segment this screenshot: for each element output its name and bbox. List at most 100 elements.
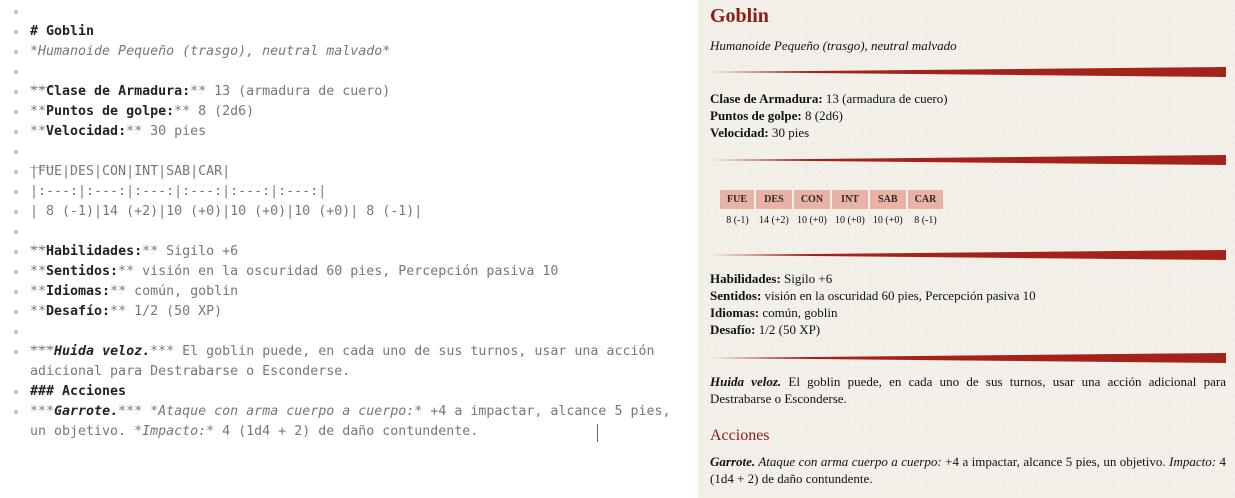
languages-label: Idiomas:: [710, 305, 760, 320]
md-markup: ***: [30, 344, 55, 359]
action-paragraph: Garrote. Ataque con arma cuerpo a cuerpo…: [710, 453, 1226, 487]
md-markup: **: [30, 124, 47, 139]
monster-name: Goblin: [710, 5, 769, 27]
editor-line: **Idiomas:** común, goblin: [0, 282, 698, 302]
line-bullet: [14, 390, 18, 394]
senses-label: Sentidos:: [710, 288, 762, 303]
md-bold-italic-name: Garrote.: [54, 404, 119, 419]
md-markup: **: [126, 124, 143, 139]
md-table-align: |:---:|:---:|:---:|:---:|:---:|:---:|: [30, 184, 327, 199]
md-markup: **: [118, 264, 135, 279]
ability-value: 14 (+2): [759, 214, 789, 226]
md-markup: **: [30, 284, 47, 299]
md-hp-line: **Puntos de golpe:** 8 (2d6): [30, 102, 254, 122]
md-table-header: |FUE|DES|CON|INT|SAB|CAR|: [30, 164, 231, 179]
md-markup: **: [30, 304, 47, 319]
md-bold-label: Idiomas:: [46, 284, 111, 299]
ability-value-row: 8 (-1) 14 (+2) 10 (+0) 10 (+0) 10 (+0) 8…: [720, 209, 944, 231]
senses-value: visión en la oscuridad 60 pies, Percepci…: [761, 288, 1036, 303]
md-markup: **: [142, 244, 159, 259]
ability-header: CAR: [906, 190, 946, 209]
line-bullet: [14, 190, 18, 194]
md-markup: **: [190, 84, 207, 99]
md-skills-line: **Habilidades:** Sigilo +6: [30, 242, 238, 262]
editor-line: **Sentidos:** visión en la oscuridad 60 …: [0, 262, 698, 282]
md-table-values: | 8 (-1)|14 (+2)|10 (+0)|10 (+0)|10 (+0)…: [30, 204, 423, 219]
line-bullet: [14, 250, 18, 254]
line-bullet: [14, 50, 18, 54]
md-value: Sigilo +6: [158, 244, 239, 259]
armor-class: Clase de Armadura: 13 (armadura de cuero…: [710, 90, 948, 107]
line-bullet: [14, 10, 18, 14]
armor-class-label: Clase de Armadura:: [710, 91, 823, 106]
ability-value: 10 (+0): [797, 214, 827, 226]
ability-value: 10 (+0): [872, 214, 903, 226]
md-value: visión en la oscuridad 60 pies, Percepci…: [134, 264, 559, 279]
skills: Habilidades: Sigilo +6: [710, 270, 832, 287]
md-markup: **: [30, 264, 47, 279]
line-bullet: [14, 30, 18, 34]
skills-value: Sigilo +6: [780, 271, 833, 286]
editor-line: |FUE|DES|CON|INT|SAB|CAR|: [0, 162, 698, 182]
tapered-rule: [710, 67, 1226, 77]
armor-class-value: 13 (armadura de cuero): [822, 91, 948, 106]
md-markup: **: [30, 104, 47, 119]
markdown-editor[interactable]: # Goblin *Humanoide Pequeño (trasgo), ne…: [0, 0, 698, 498]
md-italic: *Impacto:*: [134, 424, 215, 439]
md-markup: **: [30, 84, 47, 99]
md-markup: **: [30, 244, 47, 259]
ability-header: FUE: [720, 190, 756, 209]
editor-line: # Goblin: [0, 22, 698, 42]
actions-heading: Acciones: [710, 427, 770, 444]
ability-header: DES: [755, 190, 794, 209]
line-bullet: [14, 310, 18, 314]
editor-line: *Humanoide Pequeño (trasgo), neutral mal…: [0, 42, 698, 62]
md-ac-line: **Clase de Armadura:** 13 (armadura de c…: [30, 82, 390, 102]
md-trait-line: ***Huida veloz.*** El goblin puede, en c…: [30, 342, 680, 382]
editor-line: **Puntos de golpe:** 8 (2d6): [0, 102, 698, 122]
challenge: Desafío: 1/2 (50 XP): [710, 321, 820, 338]
line-bullet: [14, 410, 18, 414]
editor-line: [0, 2, 698, 22]
editor-line: |:---:|:---:|:---:|:---:|:---:|:---:|: [0, 182, 698, 202]
md-subtitle-line: *Humanoide Pequeño (trasgo), neutral mal…: [30, 44, 391, 59]
ability-header-row: FUE DES CON INT SAB CAR: [720, 190, 946, 209]
md-senses-line: **Sentidos:** visión en la oscuridad 60 …: [30, 262, 558, 282]
md-bold-label: Puntos de golpe:: [46, 104, 175, 119]
md-markup: **: [174, 104, 191, 119]
editor-line: ***Garrote.*** *Ataque con arma cuerpo a…: [0, 402, 698, 442]
tapered-rule: [710, 155, 1226, 165]
skills-label: Habilidades:: [710, 271, 781, 286]
senses: Sentidos: visión en la oscuridad 60 pies…: [710, 287, 1036, 304]
speed: Velocidad: 30 pies: [710, 124, 809, 141]
line-bullet: [14, 90, 18, 94]
ability-header: INT: [831, 190, 870, 209]
md-markup: ***: [150, 344, 175, 359]
md-markup: **: [110, 284, 127, 299]
md-value: 30 pies: [142, 124, 207, 139]
hit-points-label: Puntos de golpe:: [710, 108, 802, 123]
md-bold-label: Desafío:: [46, 304, 111, 319]
md-bold-label: Velocidad:: [46, 124, 127, 139]
speed-label: Velocidad:: [710, 125, 769, 140]
md-value: 13 (armadura de cuero): [206, 84, 391, 99]
tapered-rule: [710, 353, 1226, 363]
speed-value: 30 pies: [768, 125, 810, 140]
action-name: Garrote.: [710, 454, 756, 469]
hit-points-value: 8 (2d6): [801, 108, 843, 123]
md-markup: ***: [118, 404, 143, 419]
md-markup: ***: [30, 404, 55, 419]
tapered-rule: [710, 250, 1226, 260]
md-value: 8 (2d6): [190, 104, 255, 119]
md-bold-italic-name: Huida veloz.: [54, 344, 151, 359]
line-bullet: [14, 210, 18, 214]
editor-line: ***Huida veloz.*** El goblin puede, en c…: [0, 342, 698, 382]
languages: Idiomas: común, goblin: [710, 304, 837, 321]
editor-line: ### Acciones: [0, 382, 698, 402]
action-hit-label: Impacto:: [1169, 454, 1217, 469]
ability-header: SAB: [868, 190, 908, 209]
hit-points: Puntos de golpe: 8 (2d6): [710, 107, 843, 124]
line-bullet: [14, 110, 18, 114]
md-speed-line: **Velocidad:** 30 pies: [30, 122, 206, 142]
md-challenge-line: **Desafío:** 1/2 (50 XP): [30, 302, 222, 322]
